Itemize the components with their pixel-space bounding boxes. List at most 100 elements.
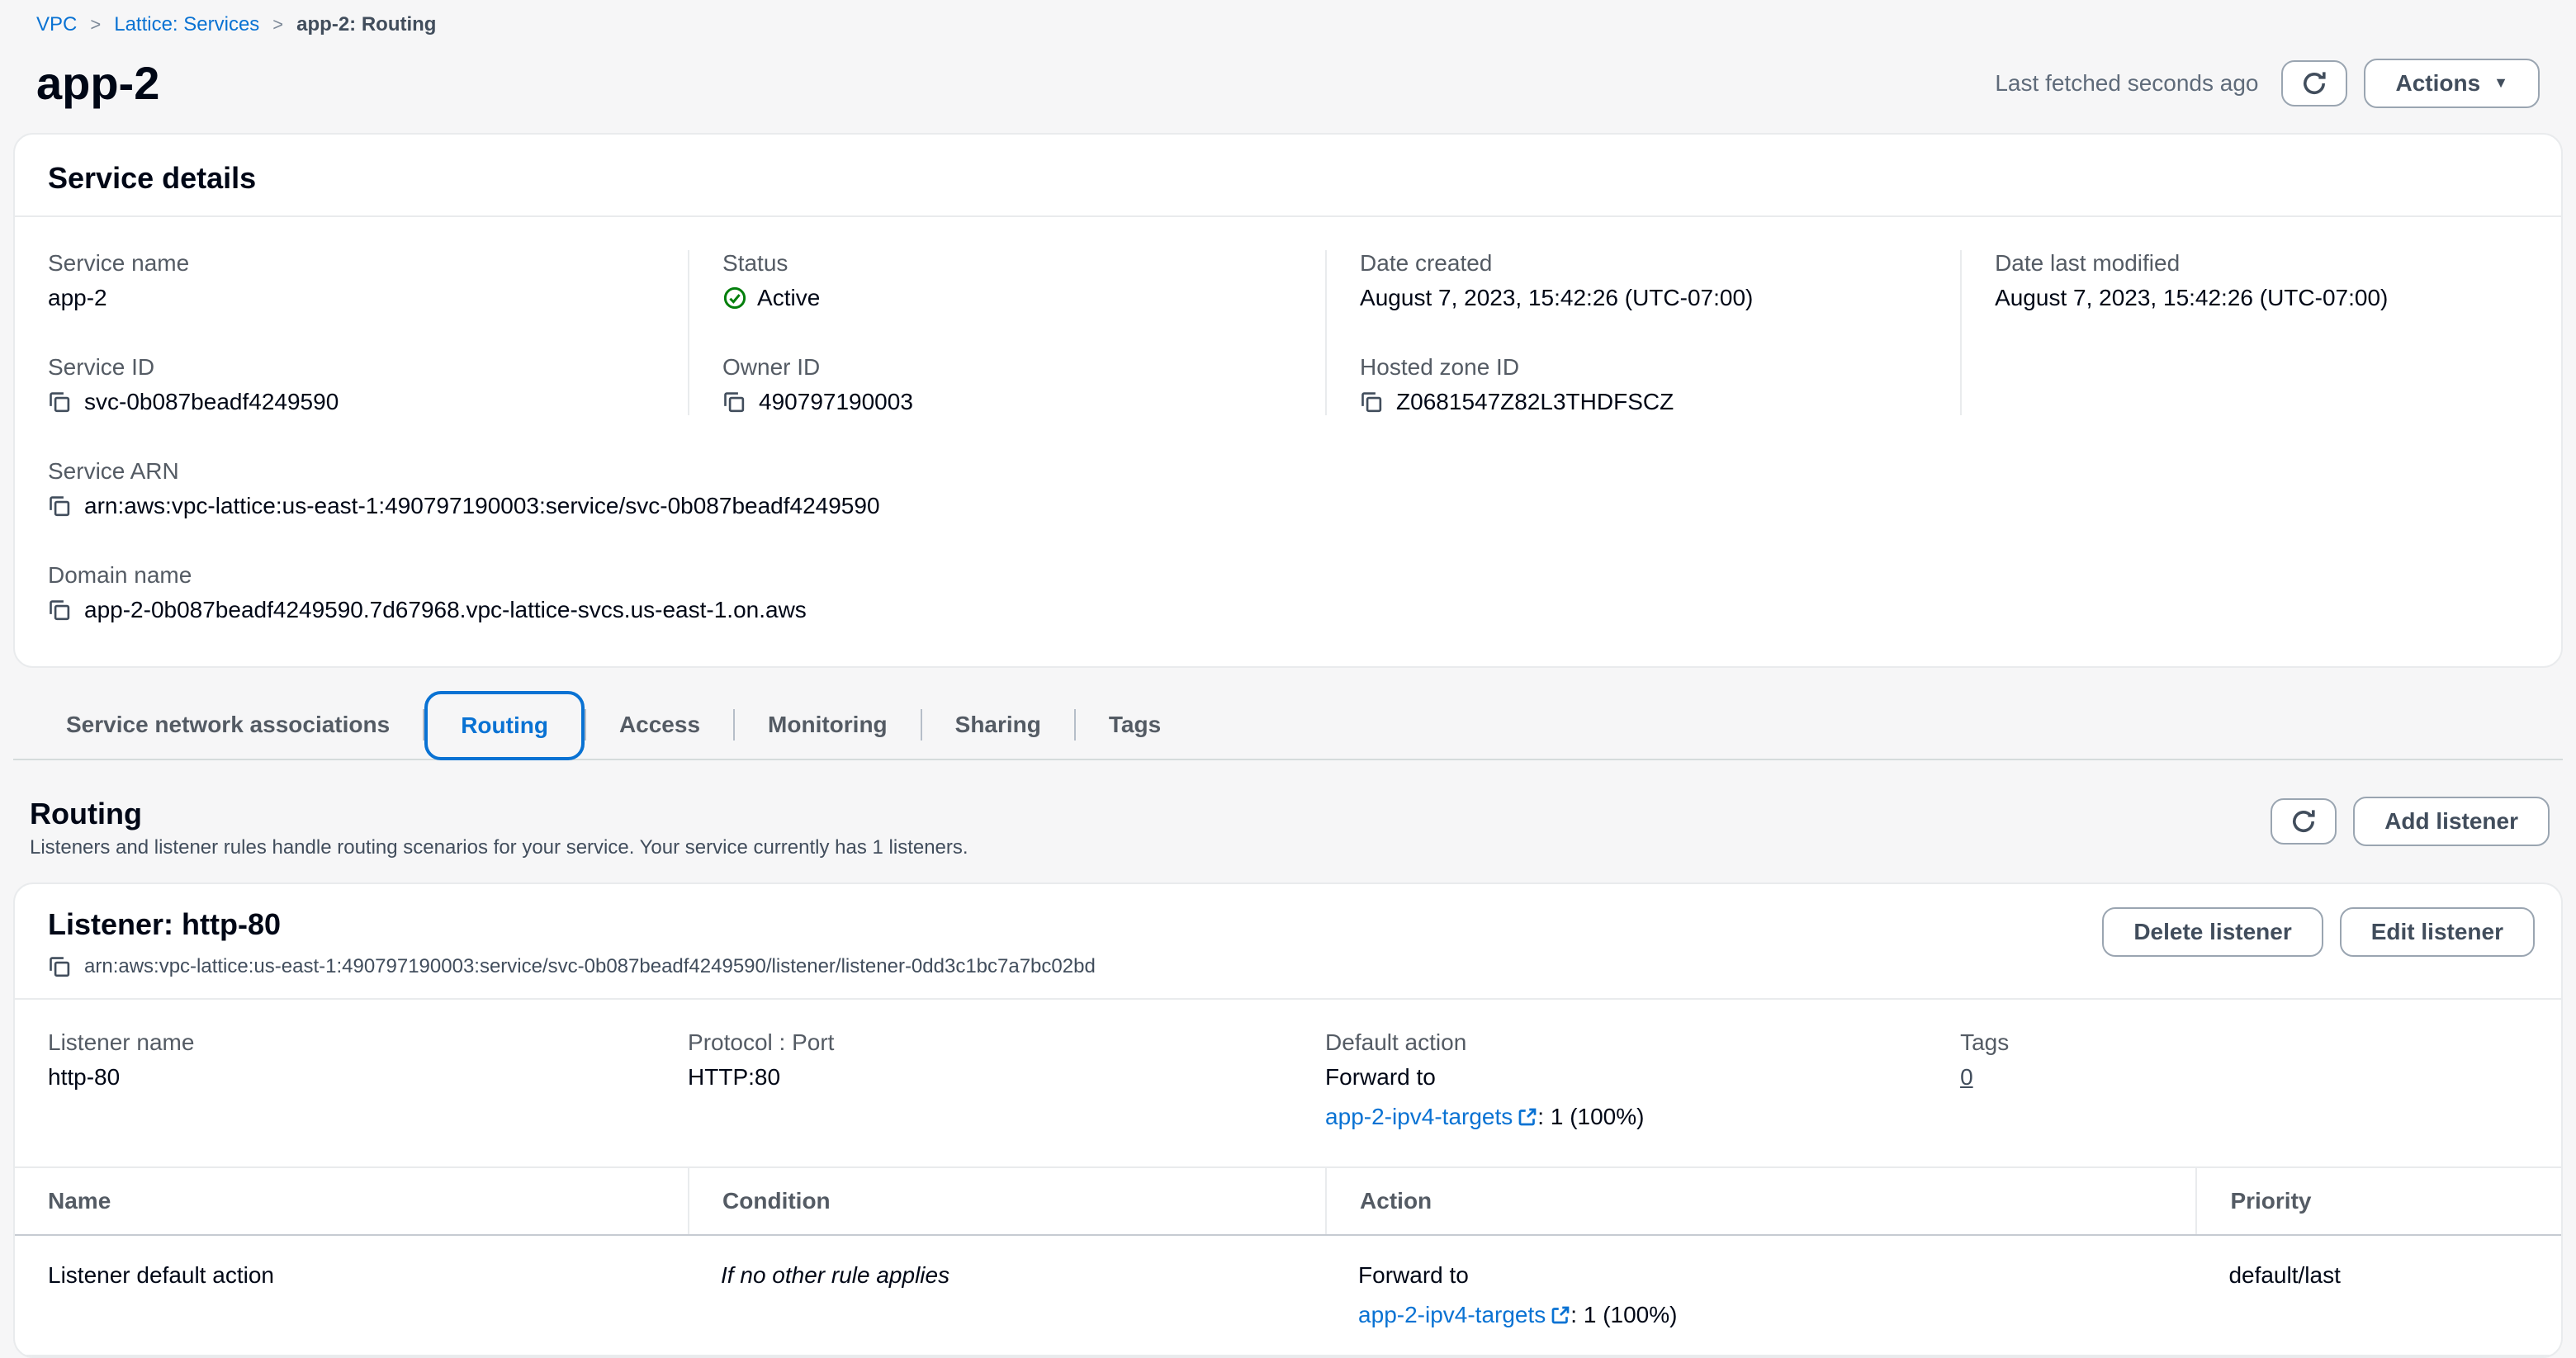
service-details-card: Service details Service name app-2 Servi… xyxy=(13,133,2563,668)
tabs: Service network associations Routing Acc… xyxy=(13,691,2563,760)
hosted-zone-id-label: Hosted zone ID xyxy=(1360,354,1927,381)
default-action-prefix: Forward to xyxy=(1325,1064,1927,1091)
service-details-col-2: Status Active Owner ID xyxy=(688,250,1325,415)
rule-name-cell: Listener default action xyxy=(48,1236,688,1355)
owner-id-label: Owner ID xyxy=(722,354,1292,381)
breadcrumb-separator-icon: > xyxy=(272,14,283,35)
status-field: Status Active xyxy=(722,250,1292,311)
service-arn-value: arn:aws:vpc-lattice:us-east-1:4907971900… xyxy=(84,493,880,519)
owner-id-field: Owner ID 490797190003 xyxy=(722,354,1292,415)
service-id-field: Service ID svc-0b087beadf4249590 xyxy=(48,354,655,415)
copy-icon[interactable] xyxy=(1360,390,1383,414)
column-header-priority: Priority xyxy=(2195,1168,2528,1234)
service-details-grid: Service name app-2 Service ID svc-0b087b… xyxy=(48,250,2528,415)
date-created-field: Date created August 7, 2023, 15:42:26 (U… xyxy=(1360,250,1927,311)
table-row: Listener default action If no other rule… xyxy=(15,1236,2561,1356)
tab-sharing[interactable]: Sharing xyxy=(922,691,1074,759)
date-last-modified-label: Date last modified xyxy=(1995,250,2495,277)
date-last-modified-field: Date last modified August 7, 2023, 15:42… xyxy=(1995,250,2495,311)
breadcrumb-link-vpc[interactable]: VPC xyxy=(36,13,77,36)
rule-action-cell: Forward to app-2-ipv4-targets : 1 (100%) xyxy=(1325,1236,2195,1355)
caret-down-icon: ▼ xyxy=(2493,74,2508,92)
protocol-port-label: Protocol : Port xyxy=(688,1029,1292,1056)
service-arn-field: Service ARN arn:aws:vpc-lattice:us-east-… xyxy=(48,458,2528,519)
service-name-value: app-2 xyxy=(48,285,655,311)
listener-heading-block: Listener: http-80 arn:aws:vpc-lattice:us… xyxy=(48,907,1096,978)
status-success-icon xyxy=(722,286,747,310)
external-link-icon xyxy=(1551,1305,1570,1325)
hosted-zone-id-value: Z0681547Z82L3THDFSCZ xyxy=(1396,389,1674,415)
tab-access[interactable]: Access xyxy=(586,691,733,759)
hosted-zone-id-field: Hosted zone ID Z0681547Z82L3THDFSCZ xyxy=(1360,354,1927,415)
listener-fields-col-4: Tags 0 xyxy=(1960,1029,2528,1130)
breadcrumb: VPC > Lattice: Services > app-2: Routing xyxy=(20,13,2556,36)
service-name-field: Service name app-2 xyxy=(48,250,655,311)
listener-actions: Delete listener Edit listener xyxy=(2102,907,2535,957)
refresh-button[interactable] xyxy=(2281,60,2347,106)
tab-service-network-associations[interactable]: Service network associations xyxy=(33,691,423,759)
add-listener-button[interactable]: Add listener xyxy=(2353,797,2550,846)
routing-section-header: Routing Listeners and listener rules han… xyxy=(30,797,2550,859)
copy-icon[interactable] xyxy=(48,494,71,518)
rule-action-prefix: Forward to xyxy=(1358,1262,2162,1289)
breadcrumb-separator-icon: > xyxy=(90,14,101,35)
routing-actions: Add listener xyxy=(2271,797,2550,846)
tab-tags[interactable]: Tags xyxy=(1076,691,1194,759)
default-action-field: Default action Forward to app-2-ipv4-tar… xyxy=(1325,1029,1927,1130)
page: VPC > Lattice: Services > app-2: Routing… xyxy=(0,0,2576,1358)
breadcrumb-link-lattice-services[interactable]: Lattice: Services xyxy=(114,13,259,36)
target-group-link[interactable]: app-2-ipv4-targets xyxy=(1358,1302,1570,1328)
routing-title: Routing xyxy=(30,797,968,831)
domain-name-label: Domain name xyxy=(48,562,2528,589)
copy-icon[interactable] xyxy=(722,390,746,414)
service-details-header: Service details xyxy=(15,135,2561,217)
service-id-label: Service ID xyxy=(48,354,655,381)
breadcrumb-current: app-2: Routing xyxy=(296,13,436,36)
tab-routing[interactable]: Routing xyxy=(424,691,585,760)
listener-title: Listener: http-80 xyxy=(48,907,1096,942)
protocol-port-field: Protocol : Port HTTP:80 xyxy=(688,1029,1292,1091)
service-details-col-1: Service name app-2 Service ID svc-0b087b… xyxy=(48,250,688,415)
column-header-action: Action xyxy=(1325,1168,2195,1234)
rules-table-header: Name Condition Action Priority xyxy=(15,1166,2561,1236)
listener-arn-value: arn:aws:vpc-lattice:us-east-1:4907971900… xyxy=(84,955,1096,978)
last-fetched-text: Last fetched seconds ago xyxy=(1995,70,2258,97)
actions-button-label: Actions xyxy=(2395,70,2480,97)
service-name-label: Service name xyxy=(48,250,655,277)
date-created-label: Date created xyxy=(1360,250,1927,277)
delete-listener-button[interactable]: Delete listener xyxy=(2102,907,2323,957)
top-bar: VPC > Lattice: Services > app-2: Routing… xyxy=(0,0,2576,126)
rule-action-target: app-2-ipv4-targets : 1 (100%) xyxy=(1358,1302,2162,1328)
domain-name-value: app-2-0b087beadf4249590.7d67968.vpc-latt… xyxy=(84,597,807,623)
page-title: app-2 xyxy=(36,56,159,110)
service-details-col-3: Date created August 7, 2023, 15:42:26 (U… xyxy=(1325,250,1960,415)
copy-icon[interactable] xyxy=(48,955,71,978)
tags-label: Tags xyxy=(1960,1029,2495,1056)
copy-icon[interactable] xyxy=(48,599,71,622)
tags-count-link[interactable]: 0 xyxy=(1960,1064,1973,1090)
protocol-port-value: HTTP:80 xyxy=(688,1064,1292,1091)
service-details-body: Service name app-2 Service ID svc-0b087b… xyxy=(15,217,2561,666)
page-header: app-2 Last fetched seconds ago Actions ▼ xyxy=(20,36,2556,126)
copy-icon[interactable] xyxy=(48,390,71,414)
rule-action-suffix: : 1 (100%) xyxy=(1570,1302,1677,1327)
refresh-icon xyxy=(2301,70,2327,97)
target-group-link[interactable]: app-2-ipv4-targets xyxy=(1325,1104,1537,1130)
service-id-value: svc-0b087beadf4249590 xyxy=(84,389,339,415)
target-group-link-label: app-2-ipv4-targets xyxy=(1358,1302,1546,1328)
column-header-name: Name xyxy=(48,1168,688,1234)
routing-refresh-button[interactable] xyxy=(2271,798,2337,845)
routing-heading-block: Routing Listeners and listener rules han… xyxy=(30,797,968,859)
actions-button[interactable]: Actions ▼ xyxy=(2364,59,2540,108)
edit-listener-button[interactable]: Edit listener xyxy=(2340,907,2535,957)
external-link-icon xyxy=(1518,1107,1537,1127)
default-action-label: Default action xyxy=(1325,1029,1927,1056)
owner-id-value: 490797190003 xyxy=(759,389,913,415)
refresh-icon xyxy=(2290,808,2317,835)
listener-name-label: Listener name xyxy=(48,1029,655,1056)
date-created-value: August 7, 2023, 15:42:26 (UTC-07:00) xyxy=(1360,285,1927,311)
domain-name-field: Domain name app-2-0b087beadf4249590.7d67… xyxy=(48,562,2528,623)
listener-name-field: Listener name http-80 xyxy=(48,1029,655,1091)
listener-fields-col-3: Default action Forward to app-2-ipv4-tar… xyxy=(1325,1029,1960,1130)
tab-monitoring[interactable]: Monitoring xyxy=(735,691,921,759)
